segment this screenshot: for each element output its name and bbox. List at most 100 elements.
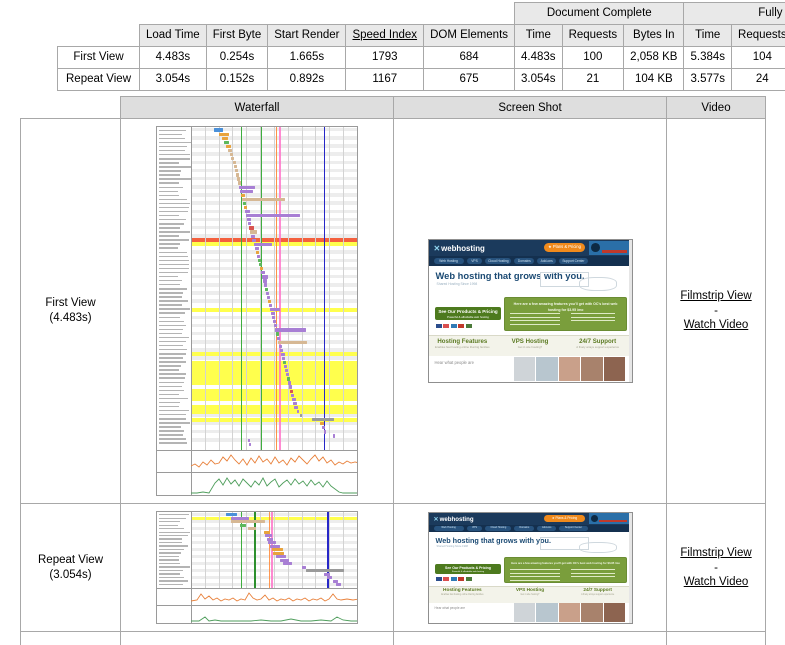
waterfall-request-bar[interactable] <box>265 534 272 538</box>
waterfall-request-bar[interactable] <box>238 181 242 185</box>
nav-item-5[interactable]: Add-ons <box>537 526 557 531</box>
waterfall-request-bar[interactable] <box>246 214 300 218</box>
waterfall-request-bar[interactable] <box>234 165 238 169</box>
screenshot-thumbnail-first-view[interactable]: ✕webhosting ★ Plans & Pricing Web Hosting V… <box>427 239 633 383</box>
waterfall-request-bar[interactable] <box>254 246 259 250</box>
feature-card-title-3[interactable]: 24/7 Support <box>564 338 632 345</box>
waterfall-request-bar[interactable] <box>249 442 252 446</box>
waterfall-request-bar[interactable] <box>272 320 277 324</box>
feature-card-title-1[interactable]: Hosting Features <box>429 588 497 593</box>
waterfall-request-bar[interactable] <box>227 148 232 153</box>
waterfall-request-bar[interactable] <box>242 197 286 201</box>
waterfall-chart-repeat-view[interactable] <box>156 511 358 624</box>
waterfall-request-bar[interactable] <box>260 271 265 275</box>
waterfall-request-bar[interactable] <box>280 348 284 352</box>
waterfall-request-bar[interactable] <box>274 324 278 328</box>
waterfall-request-bar[interactable] <box>266 295 270 299</box>
waterfall-request-bar[interactable] <box>293 401 297 405</box>
waterfall-request-bar[interactable] <box>237 177 241 181</box>
feature-card-title-2[interactable]: VPS Hosting <box>496 338 564 345</box>
waterfall-request-bar[interactable] <box>255 250 259 255</box>
waterfall-request-bar[interactable] <box>233 161 237 165</box>
waterfall-request-bar[interactable] <box>262 279 267 283</box>
site-logo[interactable]: ✕webhosting <box>434 244 485 253</box>
page-scrollbar[interactable] <box>628 240 632 382</box>
filmstrip-view-link-repeat-view[interactable]: Filmstrip View <box>667 545 765 562</box>
waterfall-cell-repeat-view[interactable] <box>120 503 394 632</box>
waterfall-request-bar[interactable] <box>306 569 345 573</box>
waterfall-request-bar[interactable] <box>276 332 280 336</box>
nav-item-6[interactable]: Support Center <box>559 257 588 264</box>
nav-item-2[interactable]: VPS <box>466 257 483 264</box>
waterfall-request-bar[interactable] <box>289 385 293 389</box>
waterfall-request-bar[interactable] <box>269 307 281 312</box>
waterfall-request-bar[interactable] <box>275 328 306 332</box>
waterfall-request-bar[interactable] <box>277 336 281 340</box>
nav-item-1[interactable]: Web Hosting <box>433 257 464 264</box>
waterfall-request-bar[interactable] <box>278 340 307 344</box>
waterfall-request-bar[interactable] <box>324 430 327 434</box>
waterfall-request-bar[interactable] <box>239 185 255 189</box>
waterfall-request-bar[interactable] <box>336 583 342 587</box>
waterfall-cell-first-view[interactable] <box>120 118 394 504</box>
waterfall-request-bar[interactable] <box>263 283 267 287</box>
waterfall-request-bar[interactable] <box>296 409 299 414</box>
waterfall-request-bar[interactable] <box>230 157 235 161</box>
waterfall-request-bar[interactable] <box>265 291 269 295</box>
waterfall-request-bar[interactable] <box>276 555 286 559</box>
speed-index-link[interactable]: Speed Index <box>352 29 417 41</box>
waterfall-request-bar[interactable] <box>245 210 251 214</box>
waterfall-request-bar[interactable] <box>267 299 271 303</box>
waterfall-request-bar[interactable] <box>229 152 233 157</box>
plans-and-pricing-button[interactable]: ★ Plans & Pricing <box>544 243 585 253</box>
header-promo-badge[interactable] <box>588 240 630 255</box>
waterfall-request-bar[interactable] <box>244 205 248 210</box>
waterfall-request-bar[interactable] <box>287 377 291 381</box>
waterfall-request-bar[interactable] <box>247 527 256 531</box>
waterfall-request-bar[interactable] <box>241 193 246 197</box>
waterfall-request-bar[interactable] <box>230 520 266 524</box>
waterfall-request-bar[interactable] <box>235 169 239 173</box>
waterfall-request-bar[interactable] <box>291 393 295 397</box>
header-promo-badge[interactable] <box>588 513 630 524</box>
waterfall-request-bar[interactable] <box>283 361 287 365</box>
waterfall-request-bar[interactable] <box>311 418 335 422</box>
waterfall-request-bar[interactable] <box>240 189 254 193</box>
waterfall-request-bar[interactable] <box>213 128 223 132</box>
nav-item-2[interactable]: VPS <box>466 526 483 531</box>
waterfall-request-bar[interactable] <box>225 144 231 148</box>
waterfall-request-bar[interactable] <box>299 414 302 418</box>
waterfall-request-bar[interactable] <box>243 201 247 206</box>
watch-video-link-first-view[interactable]: Watch Video <box>667 317 765 334</box>
column-header-speed-index[interactable]: Speed Index <box>345 24 425 47</box>
waterfall-request-bar[interactable] <box>251 234 255 238</box>
waterfall-request-bar[interactable] <box>279 344 283 348</box>
waterfall-request-bar[interactable] <box>236 173 240 177</box>
screenshot-thumbnail-repeat-view[interactable]: ✕webhosting ★ Plans & Pricing Web Hosting V… <box>427 511 633 624</box>
waterfall-request-bar[interactable] <box>259 267 263 271</box>
nav-item-3[interactable]: Cloud Hosting <box>485 257 512 264</box>
waterfall-request-bar[interactable] <box>282 356 286 361</box>
waterfall-request-bar[interactable] <box>250 230 257 234</box>
filmstrip-view-link-first-view[interactable]: Filmstrip View <box>667 288 765 305</box>
cta-products-pricing-button[interactable]: See Our Products & Pricing Powerful & aff… <box>434 307 502 320</box>
waterfall-request-bar[interactable] <box>261 275 268 279</box>
nav-item-5[interactable]: Add-ons <box>537 257 557 264</box>
waterfall-request-bar[interactable] <box>270 312 276 316</box>
waterfall-request-bar[interactable] <box>290 389 294 393</box>
waterfall-request-bar[interactable] <box>253 242 272 246</box>
waterfall-request-bar[interactable] <box>221 136 228 140</box>
screenshot-cell-first-view[interactable]: ✕webhosting ★ Plans & Pricing Web Hosting V… <box>393 118 667 504</box>
cta-products-pricing-button[interactable]: See Our Products & Pricing Powerful & aff… <box>434 564 502 575</box>
waterfall-request-bar[interactable] <box>294 405 298 410</box>
waterfall-request-bar[interactable] <box>223 140 229 144</box>
watch-video-link-repeat-view[interactable]: Watch Video <box>667 574 765 591</box>
waterfall-request-bar[interactable] <box>249 226 254 230</box>
waterfall-request-bar[interactable] <box>218 132 229 136</box>
nav-item-4[interactable]: Domains <box>514 257 535 264</box>
waterfall-request-bar[interactable] <box>281 352 286 357</box>
waterfall-request-bar[interactable] <box>240 523 247 527</box>
nav-item-1[interactable]: Web Hosting <box>433 526 464 531</box>
site-logo[interactable]: ✕webhosting <box>434 516 474 523</box>
waterfall-request-bar[interactable] <box>320 422 325 426</box>
